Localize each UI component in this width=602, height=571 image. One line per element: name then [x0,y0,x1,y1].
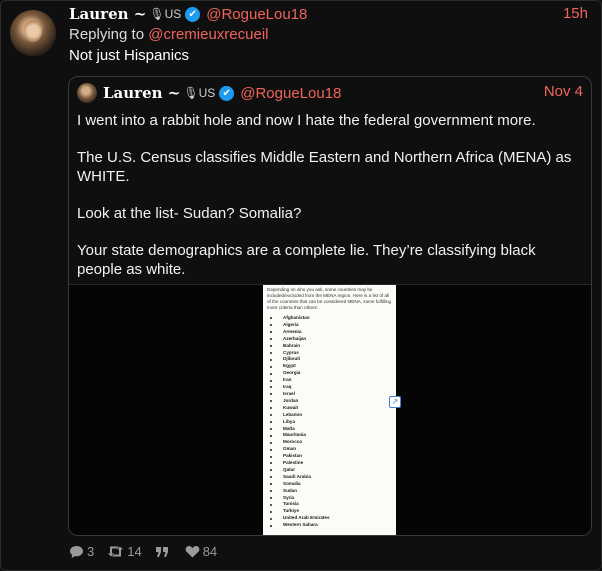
country-list-item: Djibouti [270,356,396,363]
tweet-text: Not just Hispanics [69,47,190,64]
badge-text: US [164,7,182,21]
country-list-item: Somalia [270,481,396,488]
retweet-count: 14 [127,544,142,559]
country-list-item: Georgia [270,370,396,377]
country-list-item: Palestine [270,460,396,467]
quote-icon [155,546,168,557]
country-list-item: Saudi Arabia [270,474,396,481]
country-list-item: Iran [270,377,396,384]
like-action[interactable]: 84 [185,544,217,559]
country-list-item: Lebanon [270,412,396,419]
country-list-item: Egypt [270,363,396,370]
reply-count: 3 [87,544,95,559]
country-list-item: Western Sahara [270,522,396,529]
country-list-item: Sudan [270,488,396,495]
retweet-action[interactable]: 14 [107,544,142,559]
mena-country-list-document: Depending on who you ask, some countries… [263,285,396,535]
country-list-item: Azerbaijan [270,336,396,343]
reply-action[interactable]: 3 [69,544,94,559]
author-name[interactable]: Lauren ~ [69,5,146,23]
quote-action[interactable] [155,546,172,558]
quoted-tweet[interactable]: Lauren ~ 🎙US ✔ @RogueLou18 Nov 4 I went … [68,76,592,536]
quoted-paragraph: I went into a rabbit hole and now I hate… [77,112,536,129]
quoted-author-handle: @RogueLou18 [240,84,342,102]
tweet-card: Lauren ~ 🎙US ✔ @RogueLou18 15h Replying … [0,0,602,571]
quoted-microphone-flag-emoji-badge: 🎙US [183,86,216,100]
country-list-item: Kuwait [270,405,396,412]
country-list-item: Syria [270,495,396,502]
author-handle[interactable]: @RogueLou18 [206,6,307,23]
country-list-item: Morocco [270,439,396,446]
microphone-flag-emoji-badge: 🎙US [149,7,182,21]
replying-to-line: Replying to @cremieuxrecueil [69,26,268,43]
country-list-item: Algeria [270,322,396,329]
country-list-item: Armenia [270,329,396,336]
like-count: 84 [202,544,218,559]
action-bar: 3 14 84 [69,544,230,559]
quoted-verified-icon: ✔ [219,85,235,101]
comment-icon [70,545,83,558]
quoted-paragraph: Look at the list- Sudan? Somalia? [77,205,302,222]
timestamp[interactable]: 15h [563,5,588,22]
expand-icon[interactable]: ↗ [389,396,401,408]
country-list-item: Turkiye [270,508,396,515]
country-list-item: Afghanistan [270,315,396,322]
quoted-avatar [77,83,97,103]
quoted-tweet-body: I went into a rabbit hole and now I hate… [77,111,577,297]
country-list-item: Oman [270,446,396,453]
quoted-paragraph: Your state demographics are a complete l… [77,242,536,278]
quoted-paragraph: The U.S. Census classifies Middle Easter… [77,149,572,185]
document-intro: Depending on who you ask, some countries… [267,287,392,310]
attached-image[interactable]: Depending on who you ask, some countries… [69,284,591,535]
country-list-item: Jordan [270,398,396,405]
country-list-item: Israel [270,391,396,398]
verified-icon: ✔ [185,6,201,22]
country-list-item: Iraq [270,384,396,391]
country-list-item: Qatar [270,467,396,474]
quoted-badge-text: US [198,86,216,100]
country-list-item: Bahrain [270,343,396,350]
quoted-tweet-header: Lauren ~ 🎙US ✔ @RogueLou18 [77,83,341,103]
country-list: Afghanistan Algeria Armenia Azerbaijan Bahra… [263,315,396,529]
country-list-item: Pakistan [270,453,396,460]
country-list-item: Cyprus [270,350,396,357]
avatar[interactable] [10,10,56,56]
replying-to-handle[interactable]: @cremieuxrecueil [148,26,268,43]
country-list-item: Libya [270,419,396,426]
country-list-item: Malta [270,426,396,433]
replying-prefix: Replying to [69,26,145,43]
tweet-header: Lauren ~ 🎙US ✔ @RogueLou18 [69,5,307,23]
country-list-item: United Arab Emirates [270,515,396,522]
country-list-item: Mauritania [270,432,396,439]
quoted-date: Nov 4 [543,83,583,100]
retweet-icon [108,546,124,557]
country-list-item: Tunisia [270,501,396,508]
heart-icon [185,545,200,558]
quoted-author-name: Lauren ~ [103,84,181,102]
